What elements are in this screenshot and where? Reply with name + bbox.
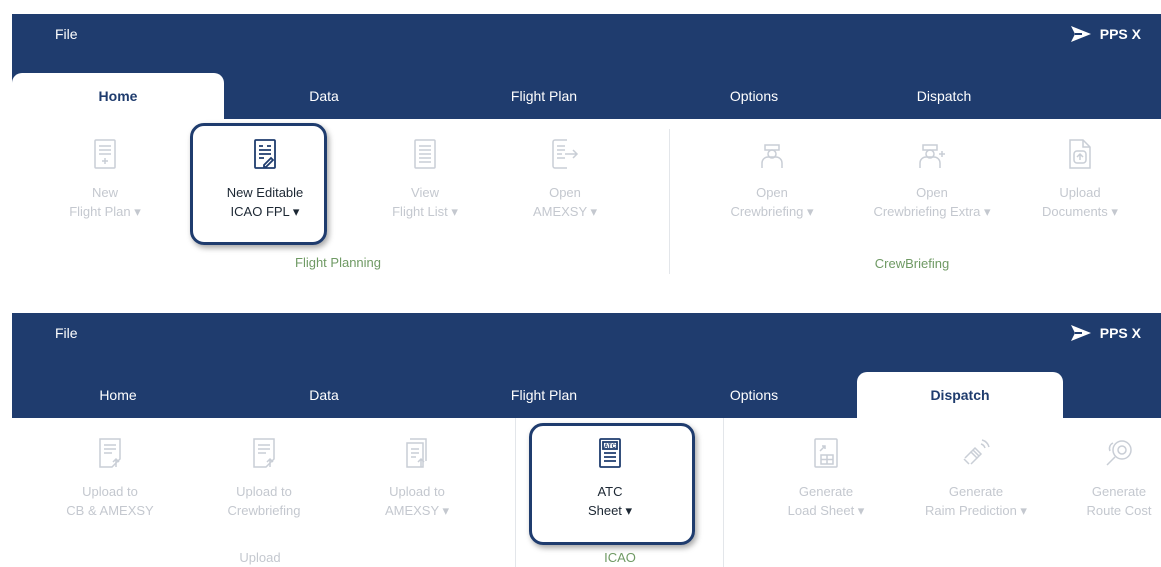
view-flight-list-label-1: View [411, 185, 439, 200]
generate-raim-prediction-label-2: Raim Prediction ▾ [925, 503, 1027, 518]
generate-raim-prediction-button[interactable]: Generate Raim Prediction ▾ [896, 418, 1056, 520]
generate-route-cost-button[interactable]: Generate Route Cost [1039, 418, 1161, 520]
paper-plane-icon [1070, 26, 1091, 42]
view-flight-list-button[interactable]: View Flight List ▾ [345, 119, 505, 221]
upload-amexsy-label-2: AMEXSY ▾ [384, 503, 450, 518]
group-separator [669, 129, 670, 274]
upload-crewbriefing-button[interactable]: Upload to Crewbriefing [184, 418, 344, 520]
brand-logo: PPS X [1070, 324, 1141, 342]
flight-list-icon [414, 139, 436, 169]
upload-amexsy-icon [406, 438, 427, 468]
crew-member-icon [761, 144, 783, 168]
generate-load-sheet-label-1: Generate [798, 484, 854, 499]
brand-name: PPS X [1099, 325, 1141, 341]
tab-data[interactable]: Data [224, 73, 424, 119]
tab-home[interactable]: Home [12, 73, 224, 119]
upload-cb-amexsy-label-2: CB & AMEXSY [66, 503, 154, 518]
upload-amexsy-button[interactable]: Upload to AMEXSY ▾ [337, 418, 497, 520]
ribbon-dispatch: Upload to CB & AMEXSY Upload to Crewbrie… [12, 418, 1161, 567]
group-separator [515, 418, 516, 567]
upload-document-icon [1069, 139, 1091, 169]
open-crewbriefing-extra-label-1: Open [916, 185, 948, 200]
upload-documents-label-2: Documents ▾ [1042, 204, 1118, 219]
group-label-icao: ICAO [604, 550, 636, 565]
generate-load-sheet-label-2: Load Sheet ▾ [787, 503, 865, 518]
group-label-upload: Upload [239, 550, 281, 565]
upload-cb-amexsy-button[interactable]: Upload to CB & AMEXSY [30, 418, 190, 520]
open-amexsy-label-2: AMEXSY ▾ [532, 204, 598, 219]
tab-options[interactable]: Options [664, 73, 844, 119]
open-amexsy-icon [552, 139, 579, 169]
open-crewbriefing-label-2: Crewbriefing ▾ [730, 204, 814, 219]
tab-bar: Home Data Flight Plan Options Dispatch [12, 73, 1161, 119]
load-sheet-icon [814, 438, 838, 468]
tab-data[interactable]: Data [224, 372, 424, 418]
generate-route-cost-label-2: Route Cost [1086, 503, 1152, 518]
new-flight-plan-label-1: New [91, 185, 118, 200]
tab-bar: Home Data Flight Plan Options Dispatch [12, 372, 1161, 418]
crew-member-add-icon [919, 144, 945, 168]
generate-load-sheet-button[interactable]: Generate Load Sheet ▾ [746, 418, 906, 520]
open-crewbriefing-label-1: Open [756, 185, 788, 200]
paper-plane-icon [1070, 325, 1091, 341]
tab-dispatch[interactable]: Dispatch [844, 73, 1044, 119]
file-menu[interactable]: File [55, 325, 78, 341]
new-flight-plan-label-2: Flight Plan ▾ [69, 204, 141, 219]
view-flight-list-label-2: Flight List ▾ [392, 204, 458, 219]
upload-crewbriefing-icon [253, 438, 275, 468]
new-flight-plan-icon [94, 139, 116, 169]
tab-flight-plan[interactable]: Flight Plan [424, 372, 664, 418]
generate-raim-prediction-label-1: Generate [948, 484, 1004, 499]
tab-flight-plan[interactable]: Flight Plan [424, 73, 664, 119]
open-crewbriefing-extra-button[interactable]: Open Crewbriefing Extra ▾ [852, 119, 1012, 221]
upload-cb-amexsy-icon [99, 438, 121, 468]
brand-name: PPS X [1099, 26, 1141, 42]
group-label-flight-planning: Flight Planning [295, 255, 381, 270]
satellite-icon [963, 439, 990, 465]
group-label-crewbriefing: CrewBriefing [874, 256, 950, 271]
open-amexsy-label-1: Open [549, 185, 581, 200]
upload-crewbriefing-label-1: Upload to [236, 484, 292, 499]
brand-logo: PPS X [1070, 25, 1141, 43]
ribbon-panel-dispatch: File PPS X Home Data Flight Plan Options… [12, 313, 1161, 567]
generate-route-cost-label-1: Generate [1091, 484, 1147, 499]
title-bar: File PPS X Home Data Flight Plan Options… [12, 313, 1161, 418]
upload-crewbriefing-label-2: Crewbriefing [227, 503, 301, 518]
tab-dispatch[interactable]: Dispatch [857, 372, 1063, 418]
file-menu[interactable]: File [55, 26, 78, 42]
upload-cb-amexsy-label-1: Upload to [82, 484, 138, 499]
highlight-frame [529, 423, 695, 545]
ribbon-home: New Flight Plan ▾ New Editable ICAO FPL … [12, 119, 1161, 286]
open-amexsy-button[interactable]: Open AMEXSY ▾ [485, 119, 645, 221]
upload-documents-button[interactable]: Upload Documents ▾ [1000, 119, 1160, 221]
open-crewbriefing-button[interactable]: Open Crewbriefing ▾ [692, 119, 852, 221]
upload-documents-label-1: Upload [1059, 185, 1101, 200]
open-crewbriefing-extra-label-2: Crewbriefing Extra ▾ [873, 204, 991, 219]
ribbon-panel-home: File PPS X Home Data Flight Plan Options… [12, 14, 1161, 286]
title-bar: File PPS X Home Data Flight Plan Options… [12, 14, 1161, 119]
tab-options[interactable]: Options [664, 372, 844, 418]
tab-home[interactable]: Home [12, 372, 224, 418]
group-separator [723, 418, 724, 567]
route-cost-icon [1106, 440, 1132, 466]
highlight-frame [190, 123, 327, 245]
upload-amexsy-label-1: Upload to [389, 484, 445, 499]
new-flight-plan-button[interactable]: New Flight Plan ▾ [25, 119, 185, 221]
